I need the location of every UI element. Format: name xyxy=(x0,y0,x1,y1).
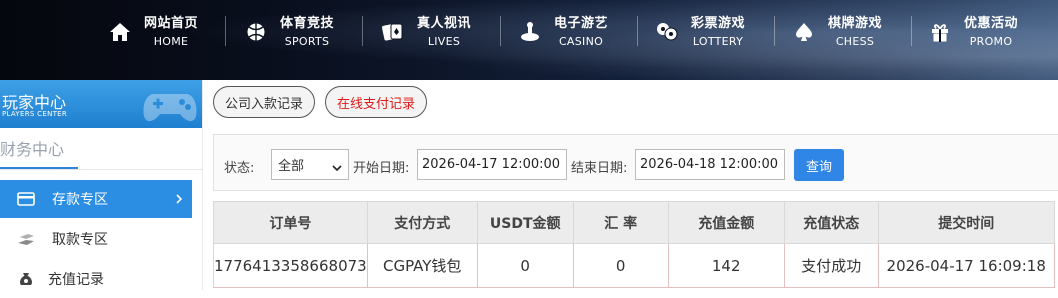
card-icon xyxy=(16,192,36,206)
start-date-label: 开始日期: xyxy=(353,161,410,176)
cell-recharge-status: 支付成功 xyxy=(784,243,879,288)
money-bag-icon xyxy=(16,271,36,287)
sidebar-item-label: 取款专区 xyxy=(52,232,108,248)
nav-chess[interactable]: 棋牌游戏 CHESS xyxy=(790,14,882,50)
lottery-balls-icon xyxy=(653,18,681,46)
sidebar-border xyxy=(202,80,203,290)
column-header-usdt-amount: USDT金额 xyxy=(477,201,574,244)
nav-sports-label: 体育竞技 xyxy=(280,16,335,31)
nav-casino-sublabel: CASINO xyxy=(558,35,604,48)
nav-lives[interactable]: 真人视讯 LIVES xyxy=(379,14,471,50)
table-header-row: 订单号 支付方式 USDT金额 汇 率 充值金额 充值状态 提交时间 xyxy=(213,201,1055,244)
sidebar-item-records[interactable]: 充值记录 xyxy=(0,260,192,298)
nav-casino[interactable]: 电子游艺 CASINO xyxy=(516,14,608,50)
chevron-down-icon xyxy=(332,161,342,176)
sidebar-item-deposit[interactable]: 存款专区 xyxy=(0,180,192,218)
payment-records-table: 订单号 支付方式 USDT金额 汇 率 充值金额 充值状态 提交时间 17764… xyxy=(213,201,1055,288)
cell-order-no: 1776413358668073 xyxy=(213,243,368,288)
start-date-input[interactable]: 2026-04-17 12:00:00 xyxy=(417,149,567,180)
nav-home-label: 网站首页 xyxy=(144,16,199,31)
nav-sports[interactable]: 体育竞技 SPORTS xyxy=(242,14,334,50)
nav-divider xyxy=(500,16,501,46)
cell-recharge-amount: 142 xyxy=(668,243,785,288)
gamepad-icon xyxy=(140,86,200,128)
status-label: 状态: xyxy=(224,161,255,176)
nav-divider xyxy=(362,16,363,46)
nav-casino-label: 电子游艺 xyxy=(554,16,609,31)
nav-chess-sublabel: CHESS xyxy=(835,35,875,48)
players-center-header: 玩家中心 PLAYERS CENTER xyxy=(0,80,202,128)
nav-lottery-sublabel: LOTTERY xyxy=(692,35,744,48)
nav-divider xyxy=(911,16,912,46)
nav-lives-sublabel: LIVES xyxy=(427,35,461,48)
tab-online-payment-records[interactable]: 在线支付记录 xyxy=(325,86,427,118)
home-icon xyxy=(106,18,134,46)
nav-lives-label: 真人视讯 xyxy=(417,16,472,31)
column-header-submit-time: 提交时间 xyxy=(878,201,1055,244)
nav-chess-label: 棋牌游戏 xyxy=(828,16,883,31)
status-select-value: 全部 xyxy=(278,159,305,174)
slot-icon xyxy=(516,18,544,46)
nav-home-sublabel: HOME xyxy=(153,35,189,48)
finance-center-heading: 财务中心 xyxy=(0,140,65,159)
gift-icon xyxy=(926,18,954,46)
cash-icon xyxy=(16,232,36,246)
chevron-right-icon xyxy=(174,189,184,213)
cell-exchange-rate: 0 xyxy=(573,243,669,288)
nav-lottery-label: 彩票游戏 xyxy=(691,16,746,31)
sidebar-item-withdraw[interactable]: 取款专区 xyxy=(0,220,192,258)
tab-company-deposit-records[interactable]: 公司入款记录 xyxy=(213,86,315,118)
nav-divider xyxy=(637,16,638,46)
end-date-input[interactable]: 2026-04-18 12:00:00 xyxy=(635,149,785,180)
nav-promo-label: 优惠活动 xyxy=(964,16,1019,31)
column-header-recharge-status: 充值状态 xyxy=(784,201,879,244)
nav-divider xyxy=(225,16,226,46)
query-button[interactable]: 查询 xyxy=(794,149,844,181)
nav-promo-sublabel: PROMO xyxy=(969,35,1013,48)
nav-home[interactable]: 网站首页 HOME xyxy=(106,14,198,50)
column-header-payment-method: 支付方式 xyxy=(367,201,478,244)
column-header-exchange-rate: 汇 率 xyxy=(573,201,669,244)
end-date-label: 结束日期: xyxy=(571,161,628,176)
players-center-subtitle: PLAYERS CENTER xyxy=(2,110,68,118)
nav-lottery[interactable]: 彩票游戏 LOTTERY xyxy=(653,14,745,50)
cards-icon xyxy=(379,18,407,46)
spade-icon xyxy=(790,18,818,46)
status-select[interactable]: 全部 xyxy=(271,149,349,180)
section-divider xyxy=(0,169,202,170)
table-row: 1776413358668073 CGPAY钱包 0 0 142 支付成功 20… xyxy=(213,243,1055,288)
nav-sports-sublabel: SPORTS xyxy=(284,35,330,48)
cell-submit-time: 2026-04-17 16:09:18 xyxy=(878,243,1055,288)
cell-payment-method: CGPAY钱包 xyxy=(367,243,478,288)
nav-promo[interactable]: 优惠活动 PROMO xyxy=(926,14,1018,50)
column-header-order-no: 订单号 xyxy=(213,201,368,244)
basketball-icon xyxy=(242,18,270,46)
nav-divider xyxy=(774,16,775,46)
sidebar-item-label: 充值记录 xyxy=(48,272,104,288)
top-navigation: 网站首页 HOME 体育竞技 SPORTS 真人视讯 LIVES 电子游艺 CASINO… xyxy=(0,0,1058,80)
cell-usdt-amount: 0 xyxy=(477,243,574,288)
sidebar-item-label: 存款专区 xyxy=(52,192,108,208)
column-header-recharge-amount: 充值金额 xyxy=(668,201,785,244)
